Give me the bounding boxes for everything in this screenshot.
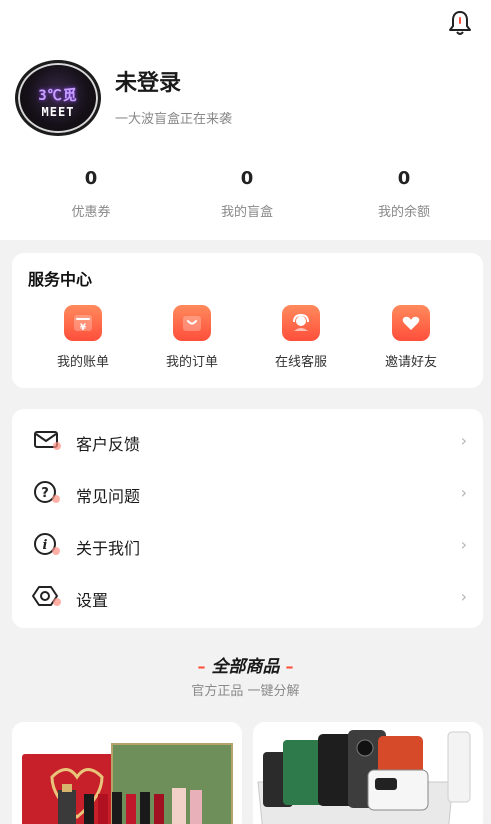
svg-text:¥: ¥ <box>80 323 87 333</box>
product-card-cosmetics[interactable] <box>12 722 242 824</box>
stat-value: 0 <box>397 168 411 189</box>
mail-icon <box>32 428 62 452</box>
service-center-card: 服务中心 ¥ 我的账单 我的订单 在线客服 邀请好友 <box>12 253 483 388</box>
menu-label: 常见问题 <box>76 487 141 506</box>
service-label: 邀请好友 <box>384 355 437 370</box>
menu-item-settings[interactable]: 设置 › <box>12 570 483 622</box>
svg-text:i: i <box>43 538 48 553</box>
chevron-right-icon: › <box>460 483 467 502</box>
title-dash-right: – <box>285 657 294 676</box>
user-name[interactable]: 未登录 <box>115 65 181 97</box>
stat-value: 0 <box>84 168 98 189</box>
menu-list-card: 客户反馈 › ? 常见问题 › i 关于我们 › 设置 › <box>12 409 483 628</box>
info-icon: i <box>32 532 62 556</box>
menu-label: 关于我们 <box>76 539 141 558</box>
menu-label: 客户反馈 <box>76 435 141 454</box>
service-item-invite-friends[interactable]: 邀请好友 <box>356 305 466 370</box>
service-center-title: 服务中心 <box>28 270 93 289</box>
bill-icon: ¥ <box>64 305 102 341</box>
service-label: 我的账单 <box>56 355 109 370</box>
menu-item-about-us[interactable]: i 关于我们 › <box>12 518 483 570</box>
settings-icon <box>32 584 62 608</box>
service-item-customer-service[interactable]: 在线客服 <box>246 305 356 370</box>
stat-balance[interactable]: 0 我的余额 <box>344 168 464 220</box>
menu-label: 设置 <box>76 591 109 610</box>
gift-heart-icon <box>392 305 430 341</box>
stat-label: 我的盲盒 <box>220 205 273 220</box>
notification-bell-icon[interactable] <box>445 8 475 38</box>
electronics-product-image <box>253 722 483 824</box>
chevron-right-icon: › <box>460 431 467 450</box>
stats-bar: 0 优惠券 0 我的盲盒 0 我的余额 <box>0 168 491 228</box>
stat-label: 优惠券 <box>71 205 111 220</box>
service-label: 我的订单 <box>165 355 218 370</box>
avatar-logo-subtext: MEET <box>41 105 75 119</box>
user-subtitle: 一大波盲盒正在来袭 <box>115 112 233 127</box>
chevron-right-icon: › <box>460 587 467 606</box>
menu-item-faq[interactable]: ? 常见问题 › <box>12 466 483 518</box>
title-dash-left: – <box>197 657 206 676</box>
products-section-title: 全部商品 <box>211 657 280 677</box>
avatar-logo-text: 3℃觅 <box>38 88 78 104</box>
product-card-electronics[interactable] <box>253 722 483 824</box>
stat-coupons[interactable]: 0 优惠券 <box>31 168 151 220</box>
cosmetics-product-image <box>12 722 242 824</box>
svg-text:?: ? <box>41 486 49 501</box>
shopping-bag-icon <box>173 305 211 341</box>
customer-service-icon <box>282 305 320 341</box>
question-icon: ? <box>32 480 62 504</box>
service-item-orders[interactable]: 我的订单 <box>137 305 247 370</box>
products-section-header: – 全部商品 – <box>0 652 491 677</box>
menu-item-feedback[interactable]: 客户反馈 › <box>12 414 483 466</box>
stat-label: 我的余额 <box>377 205 430 220</box>
stat-value: 0 <box>240 168 254 189</box>
service-item-bills[interactable]: ¥ 我的账单 <box>28 305 138 370</box>
products-section-subtitle: 官方正品 一键分解 <box>191 684 300 699</box>
stat-my-blind-box[interactable]: 0 我的盲盒 <box>187 168 307 220</box>
chevron-right-icon: › <box>460 535 467 554</box>
avatar[interactable]: 3℃觅 MEET <box>15 60 101 136</box>
service-label: 在线客服 <box>274 355 327 370</box>
